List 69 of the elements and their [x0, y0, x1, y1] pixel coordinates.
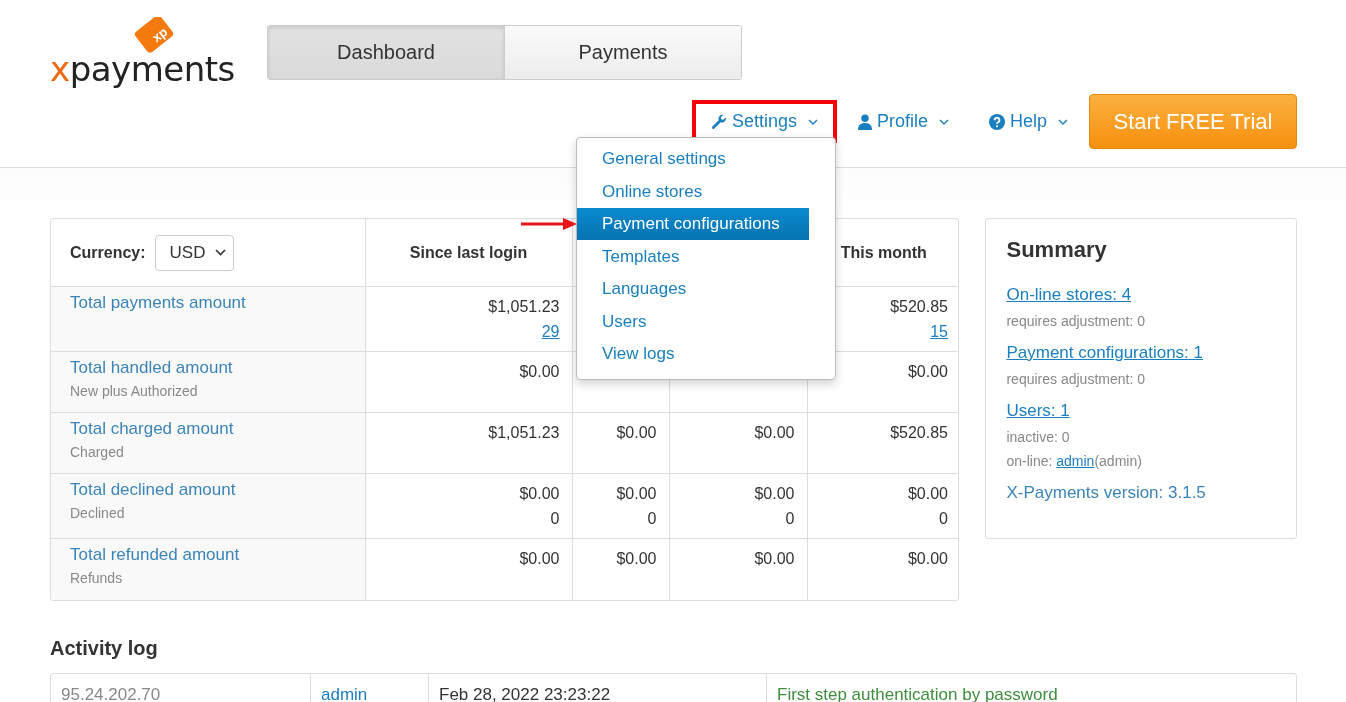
chevron-down-icon — [807, 118, 818, 125]
row-label[interactable]: Total payments amount — [70, 293, 246, 312]
currency-select[interactable]: USD — [154, 234, 235, 271]
amount-cell-text: $0.00 — [615, 549, 657, 569]
ip-cell: 95.24.202.70 — [61, 684, 161, 702]
amount-cell-text: $0.00 — [753, 549, 795, 569]
amount-cell-text: $1,051.23 — [487, 297, 560, 317]
amount-cell-text: $0.00 — [518, 549, 560, 569]
nav-tab[interactable]: Payments — [504, 26, 741, 79]
chevron-down-icon — [215, 249, 227, 256]
row-sublabel: New plus Authorized — [70, 383, 199, 399]
version-text: X-Payments version: 3.1.5 — [1006, 483, 1207, 503]
wrench-icon — [710, 113, 727, 130]
amount-cell-text: $1,051.23 — [487, 423, 560, 443]
count-text: 0 — [939, 510, 948, 527]
user-icon — [857, 113, 872, 130]
summary-note: on-line: — [1006, 453, 1054, 469]
row-label[interactable]: Total declined amount — [70, 480, 236, 499]
summary-link[interactable]: Payment configurations: 1 — [1006, 343, 1203, 362]
count-link[interactable]: 29 — [541, 323, 560, 340]
summary-note: inactive: 0 — [1006, 429, 1071, 445]
amount-cell-text: $0.00 — [906, 549, 948, 569]
column-header: Since last login — [409, 243, 528, 261]
user-link[interactable]: admin — [1056, 453, 1095, 469]
row-sublabel: Charged — [70, 444, 125, 460]
menu-item[interactable]: Payment configurations — [577, 208, 809, 240]
menu-item[interactable]: Online stores — [577, 175, 809, 208]
amount-cell-text: $0.00 — [518, 484, 560, 504]
count-link[interactable]: 15 — [930, 323, 948, 340]
column-header: This month — [840, 243, 927, 261]
summary-link[interactable]: On-line stores: 4 — [1006, 285, 1132, 304]
menu-item[interactable]: Languages — [577, 273, 809, 305]
amount-cell-text: $520.85 — [889, 297, 948, 317]
summary-link[interactable]: Users: 1 — [1006, 401, 1070, 420]
nav-link[interactable]: Help — [969, 100, 1087, 143]
row-label[interactable]: Total handled amount — [70, 358, 233, 377]
chevron-down-icon — [938, 118, 949, 125]
row-label[interactable]: Total refunded amount — [70, 545, 240, 564]
count-text: 0 — [550, 510, 560, 527]
amount-cell-text: $0.00 — [906, 362, 948, 382]
amount-cell-text: $0.00 — [615, 423, 657, 443]
nav-link[interactable]: Profile — [838, 100, 968, 143]
menu-item[interactable]: View logs — [577, 338, 809, 370]
menu-item[interactable]: General settings — [577, 143, 809, 175]
user-link[interactable]: admin — [321, 684, 368, 702]
menu-item[interactable]: Users — [577, 305, 809, 338]
help-icon — [988, 113, 1005, 130]
xpayments-logo: xp xpayments — [50, 17, 236, 87]
time-cell: Feb 28, 2022 23:23:22 — [439, 684, 611, 702]
amount-cell-text: $0.00 — [753, 423, 795, 443]
menu-item[interactable]: Templates — [577, 240, 809, 273]
amount-cell-text: $520.85 — [889, 423, 948, 443]
count-text: 0 — [785, 510, 795, 527]
row-label[interactable]: Total charged amount — [70, 419, 234, 438]
section-title: Activity log — [50, 636, 159, 660]
currency-label: Currency: — [70, 243, 146, 261]
summary-note: requires adjustment: 0 — [1006, 371, 1146, 387]
amount-cell-text: $0.00 — [906, 484, 948, 504]
amount-cell-text: $0.00 — [518, 362, 560, 382]
row-sublabel: Refunds — [70, 570, 124, 586]
summary-note: requires adjustment: 0 — [1006, 313, 1146, 329]
amount-cell-text: $0.00 — [753, 484, 795, 504]
summary-title: Summary — [1006, 237, 1108, 263]
summary-note: (admin) — [1094, 453, 1142, 469]
count-text: 0 — [647, 510, 657, 527]
amount-cell-text: $0.00 — [615, 484, 657, 504]
row-sublabel: Declined — [70, 505, 126, 521]
chevron-down-icon — [1058, 118, 1068, 125]
nav-tab[interactable]: Dashboard — [268, 26, 504, 79]
